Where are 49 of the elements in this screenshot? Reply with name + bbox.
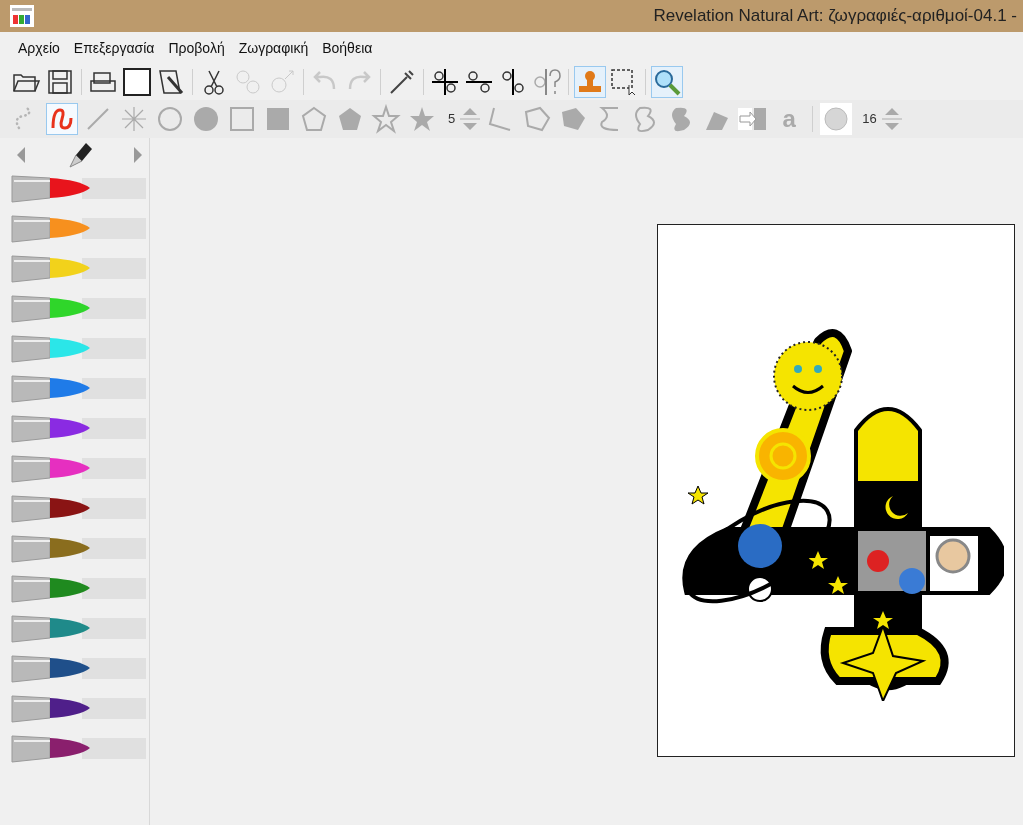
paper-pencil-icon bbox=[156, 67, 186, 97]
marker-pen[interactable] bbox=[10, 332, 146, 364]
window-title: Revelation Natural Art: ζωγραφιές-αριθμοί-04.1 - bbox=[653, 5, 1017, 28]
star-points-value: 5 bbox=[448, 110, 456, 129]
left-arrow-icon[interactable] bbox=[16, 147, 26, 163]
marker-pen[interactable] bbox=[10, 652, 146, 684]
app-logo-icon bbox=[10, 5, 34, 27]
blank-page-button[interactable] bbox=[121, 66, 153, 98]
marker-pen[interactable] bbox=[10, 572, 146, 604]
save-icon bbox=[45, 67, 75, 97]
marker-pen[interactable] bbox=[10, 412, 146, 444]
marker-pen[interactable] bbox=[10, 292, 146, 324]
menu-item[interactable]: Αρχείο bbox=[18, 37, 60, 59]
curve-tool-button[interactable] bbox=[46, 103, 78, 135]
starburst-icon bbox=[119, 104, 149, 134]
polygon-icon bbox=[522, 104, 553, 134]
mirror-question-icon bbox=[532, 67, 562, 97]
marker-pen[interactable] bbox=[10, 692, 146, 724]
mirror-cross-icon bbox=[430, 67, 460, 97]
menu-item[interactable]: Ζωγραφική bbox=[238, 37, 309, 59]
search-button[interactable] bbox=[651, 66, 683, 98]
marker-pen[interactable] bbox=[10, 372, 146, 404]
marker-pen[interactable] bbox=[10, 732, 146, 764]
marker-pen[interactable] bbox=[10, 492, 146, 524]
menu-item[interactable]: Βοήθεια bbox=[322, 37, 373, 59]
square-icon bbox=[227, 104, 257, 134]
brush-size-value: 16 bbox=[862, 110, 877, 129]
star-points-spinner[interactable] bbox=[459, 106, 482, 132]
marker-pen[interactable] bbox=[10, 252, 146, 284]
search-icon bbox=[652, 67, 682, 97]
menu-item[interactable]: Προβολή bbox=[168, 37, 225, 59]
marker-pen[interactable] bbox=[10, 172, 146, 204]
star-tool-button[interactable] bbox=[370, 103, 402, 135]
marker-pen[interactable] bbox=[10, 532, 146, 564]
stamp-button[interactable] bbox=[574, 66, 606, 98]
mirror-cross-button[interactable] bbox=[429, 66, 461, 98]
circle-icon bbox=[155, 104, 185, 134]
marker-pen[interactable] bbox=[10, 212, 146, 244]
blank-page-icon bbox=[122, 67, 152, 97]
brush-size-spinner[interactable] bbox=[880, 106, 903, 132]
pentagon-icon bbox=[299, 104, 329, 134]
marker-pen[interactable] bbox=[10, 612, 146, 644]
menu-item[interactable]: Επεξεργασία bbox=[73, 37, 155, 59]
right-arrow-icon[interactable] bbox=[133, 147, 143, 163]
star-icon bbox=[371, 104, 401, 134]
marker-pen[interactable] bbox=[10, 452, 146, 484]
drawing-page[interactable] bbox=[657, 224, 1015, 757]
brush-size-swatch-icon[interactable] bbox=[820, 103, 853, 135]
filled-circle-icon bbox=[191, 104, 221, 134]
